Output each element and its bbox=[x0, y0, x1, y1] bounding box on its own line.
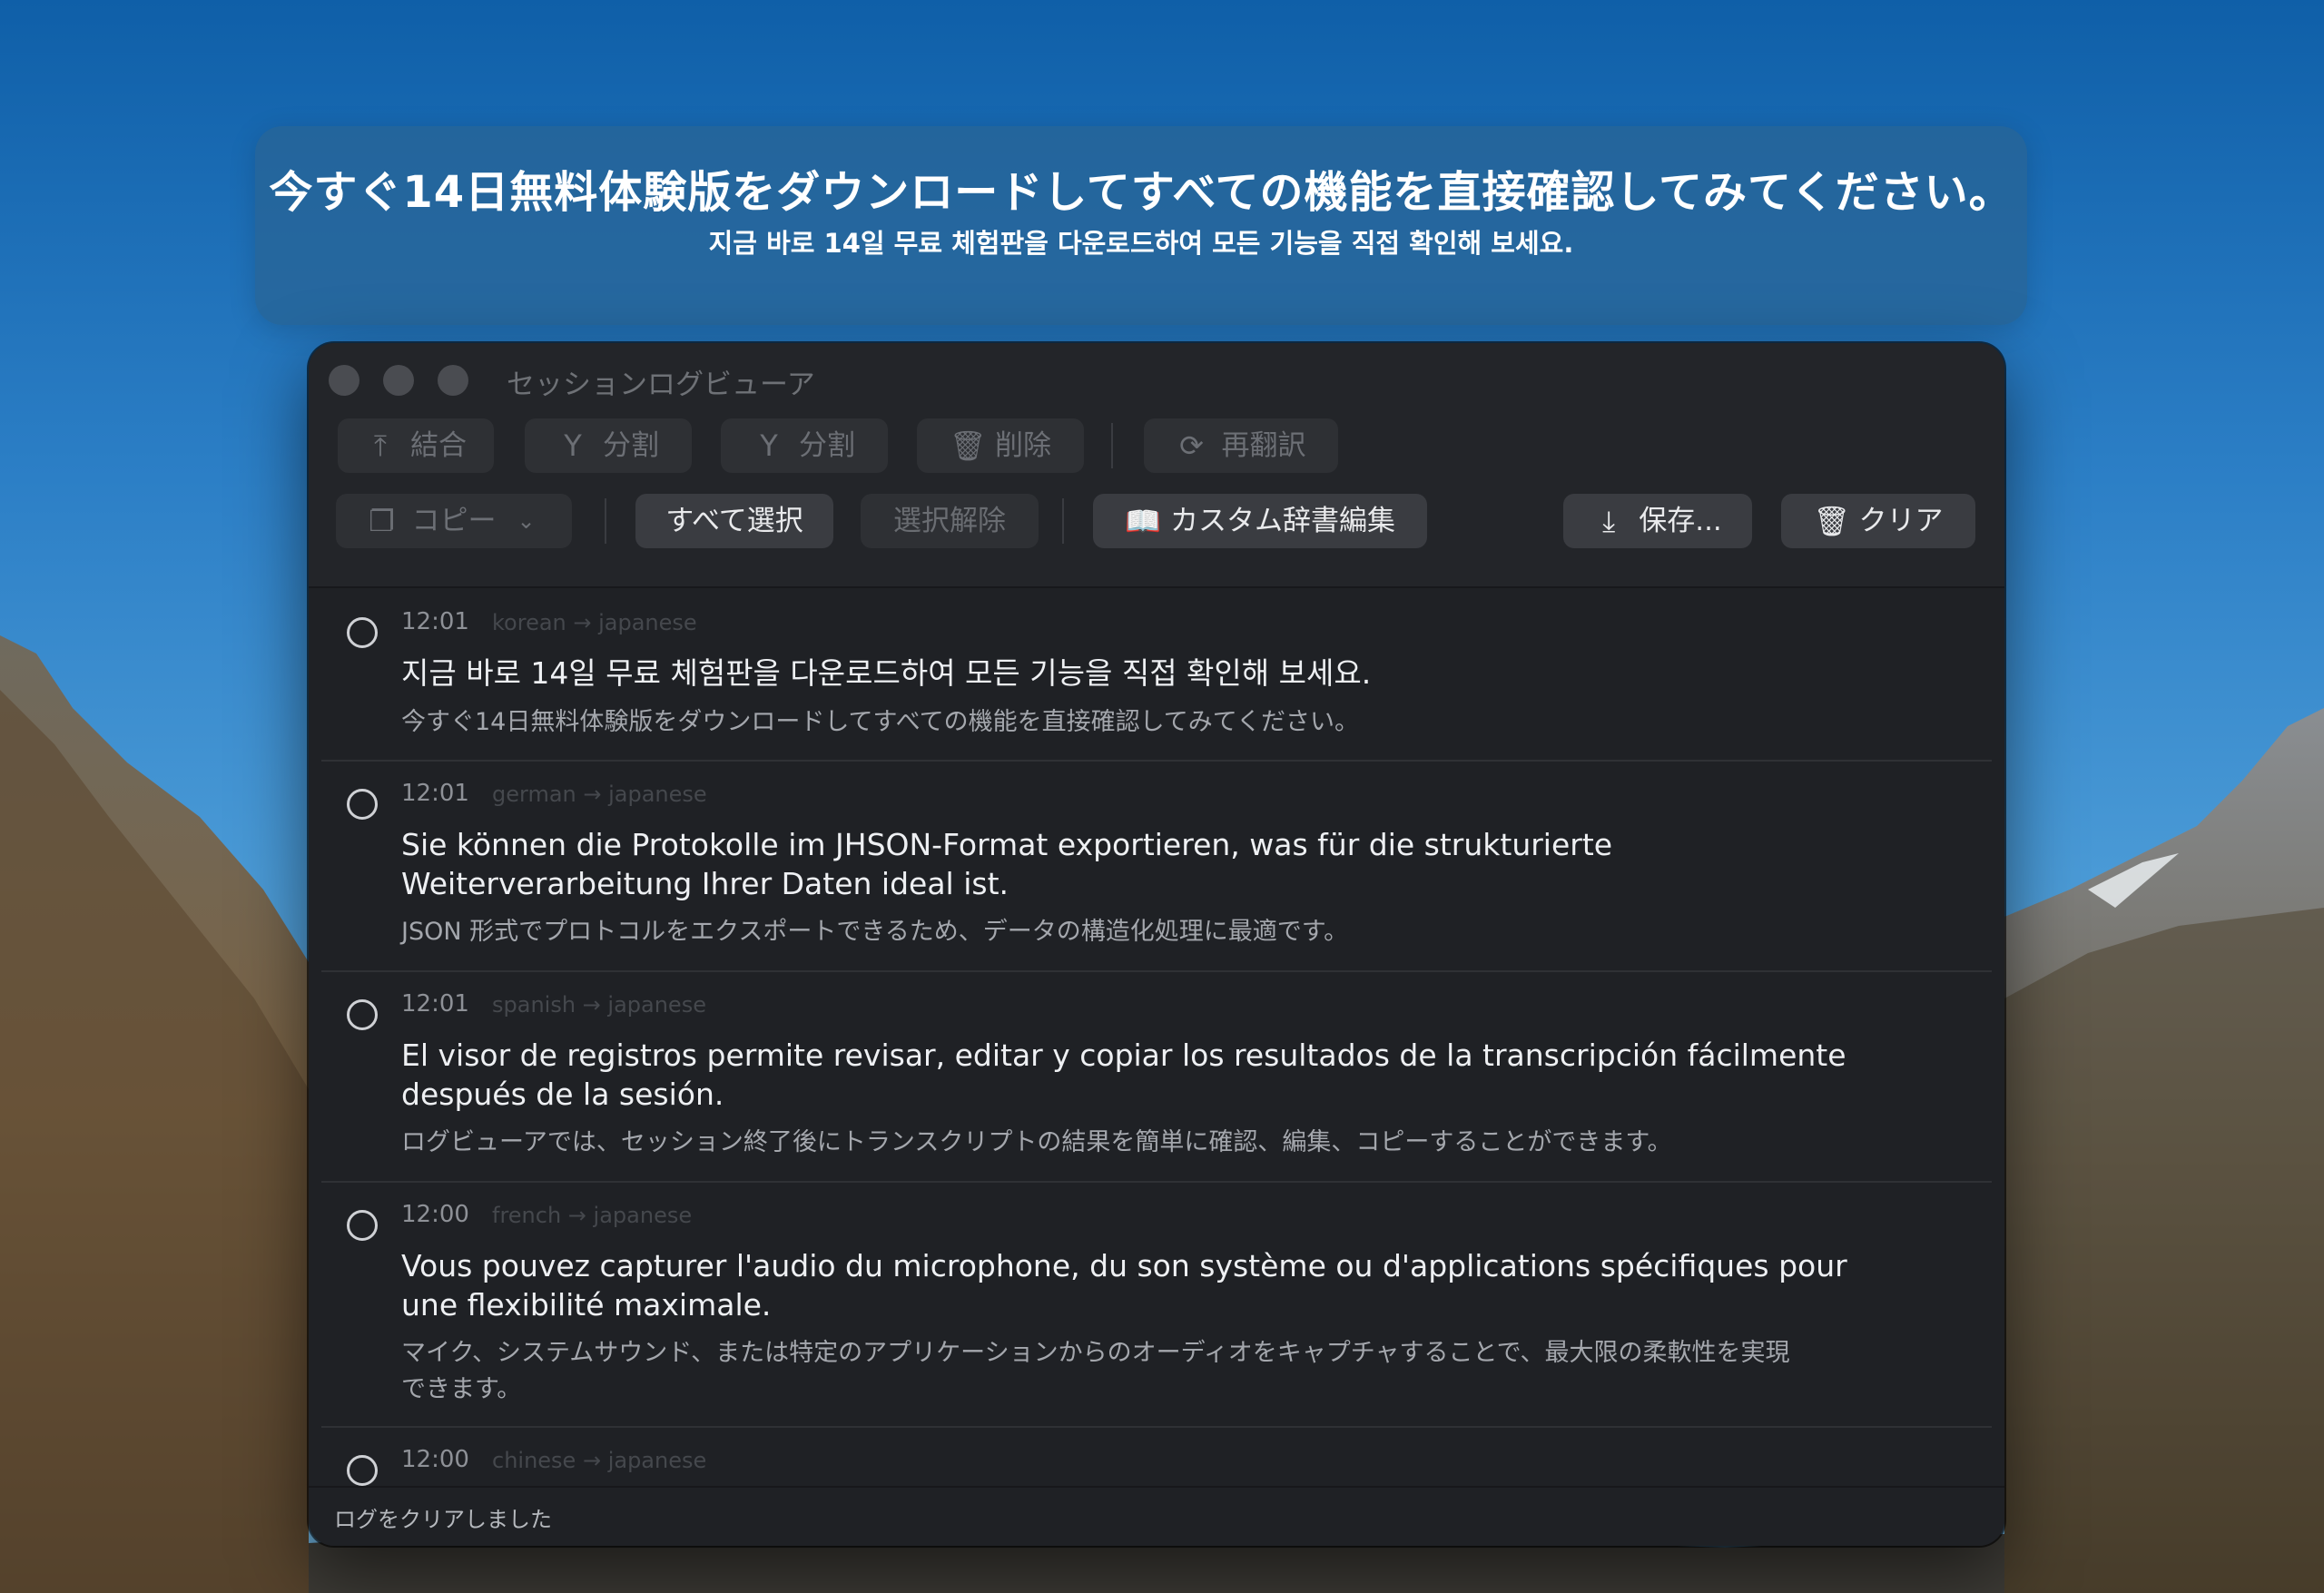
toolbar: ⤒ 結合 Y 分割 Y 分割 🗑 削除 ⟳ 再翻訳 ❐ コピー ⌄ すべて選択 bbox=[309, 407, 2004, 588]
entry-source-text[interactable]: Vous pouvez capturer l'audio du micropho… bbox=[401, 1246, 1883, 1324]
delete-button[interactable]: 🗑 削除 bbox=[917, 418, 1084, 473]
entry-language-pair: chinese → japanese bbox=[492, 1448, 707, 1473]
list-item[interactable]: 12:01 korean → japanese 지금 바로 14일 무료 체험판… bbox=[321, 588, 1992, 762]
entry-source-text[interactable]: El visor de registros permite revisar, e… bbox=[401, 1036, 1883, 1114]
titlebar: セッションログビューア bbox=[309, 343, 2004, 407]
entry-language-pair: german → japanese bbox=[492, 782, 707, 807]
list-item[interactable]: 12:01 spanish → japanese El visor de reg… bbox=[321, 972, 1992, 1183]
copy-dropdown-button[interactable]: ❐ コピー ⌄ bbox=[336, 494, 572, 548]
banner-subtitle: 지금 바로 14일 무료 체험판을 다운로드하여 모든 기능을 직접 확인해 보… bbox=[708, 228, 1574, 259]
trash-icon: 🗑 bbox=[1813, 504, 1851, 538]
entry-translation-text[interactable]: ログビューアでは、セッション終了後にトランスクリプトの結果を簡単に確認、編集、コ… bbox=[401, 1125, 1792, 1161]
merge-button[interactable]: ⤒ 結合 bbox=[338, 418, 494, 473]
entry-select-radio[interactable] bbox=[347, 1455, 378, 1486]
promo-banner: 今すぐ14日無料体験版をダウンロードしてすべての機能を直接確認してみてください。… bbox=[255, 126, 2027, 325]
split-icon: Y bbox=[564, 428, 582, 463]
entry-time: 12:01 bbox=[401, 780, 469, 807]
entry-select-radio[interactable] bbox=[347, 789, 378, 820]
entry-translation-text[interactable]: JSON 形式でプロトコルをエクスポートできるため、データの構造化処理に最適です… bbox=[401, 914, 1792, 950]
download-icon: ⤓ bbox=[1602, 504, 1616, 538]
entry-source-text[interactable]: Sie können die Protokolle im JHSON-Forma… bbox=[401, 825, 1883, 903]
copy-icon: ❐ bbox=[369, 504, 395, 538]
refresh-icon: ⟳ bbox=[1179, 428, 1204, 463]
retranslate-button[interactable]: ⟳ 再翻訳 bbox=[1144, 418, 1338, 473]
split-button-2[interactable]: Y 分割 bbox=[721, 418, 888, 473]
entry-select-radio[interactable] bbox=[347, 617, 378, 648]
log-entry-list[interactable]: 12:01 korean → japanese 지금 바로 14일 무료 체험판… bbox=[321, 588, 1992, 1498]
list-item[interactable]: 12:01 german → japanese Sie können die P… bbox=[321, 762, 1992, 972]
save-button[interactable]: ⤓ 保存... bbox=[1563, 494, 1752, 548]
status-bar: ログをクリアしました bbox=[309, 1486, 2004, 1546]
entry-language-pair: french → japanese bbox=[492, 1203, 693, 1228]
status-message: ログをクリアしました bbox=[334, 1507, 552, 1532]
deselect-button[interactable]: 選択解除 bbox=[861, 494, 1039, 548]
window-title: セッションログビューア bbox=[507, 369, 815, 401]
entry-language-pair: korean → japanese bbox=[492, 610, 697, 635]
merge-icon: ⤒ bbox=[373, 428, 388, 463]
entry-source-text[interactable]: 지금 바로 14일 무료 체험판을 다운로드하여 모든 기능을 직접 확인해 보… bbox=[401, 654, 1883, 693]
entry-translation-text[interactable]: 今すぐ14日無料体験版をダウンロードしてすべての機能を直接確認してみてください。 bbox=[401, 704, 1792, 741]
entry-select-radio[interactable] bbox=[347, 999, 378, 1030]
entry-time: 12:01 bbox=[401, 608, 469, 635]
entry-time: 12:00 bbox=[401, 1446, 469, 1473]
zoom-window-button[interactable] bbox=[438, 365, 468, 396]
chevron-down-icon: ⌄ bbox=[517, 508, 536, 534]
session-log-viewer-window: セッションログビューア ⤒ 結合 Y 分割 Y 分割 🗑 削除 ⟳ 再翻訳 ❐ … bbox=[309, 343, 2004, 1546]
list-item[interactable]: 12:00 french → japanese Vous pouvez capt… bbox=[321, 1183, 1992, 1428]
entry-translation-text[interactable]: マイク、システムサウンド、または特定のアプリケーションからのオーディオをキャプチ… bbox=[401, 1335, 1792, 1408]
split-icon: Y bbox=[760, 428, 778, 463]
clear-button[interactable]: 🗑 クリア bbox=[1781, 494, 1975, 548]
close-window-button[interactable] bbox=[329, 365, 359, 396]
trash-icon: 🗑 bbox=[950, 428, 987, 463]
entry-select-radio[interactable] bbox=[347, 1210, 378, 1241]
toolbar-separator bbox=[1062, 498, 1064, 544]
toolbar-separator bbox=[1111, 423, 1113, 468]
toolbar-separator bbox=[605, 498, 606, 544]
select-all-button[interactable]: すべて選択 bbox=[635, 494, 833, 548]
entry-time: 12:01 bbox=[401, 990, 469, 1018]
book-icon: 📖 bbox=[1125, 504, 1161, 538]
minimize-window-button[interactable] bbox=[383, 365, 414, 396]
split-button-1[interactable]: Y 分割 bbox=[525, 418, 692, 473]
entry-time: 12:00 bbox=[401, 1201, 469, 1228]
custom-dictionary-edit-button[interactable]: 📖 カスタム辞書編集 bbox=[1093, 494, 1427, 548]
entry-language-pair: spanish → japanese bbox=[492, 992, 706, 1018]
banner-title: 今すぐ14日無料体験版をダウンロードしてすべての機能を直接確認してみてください。 bbox=[269, 167, 2014, 218]
